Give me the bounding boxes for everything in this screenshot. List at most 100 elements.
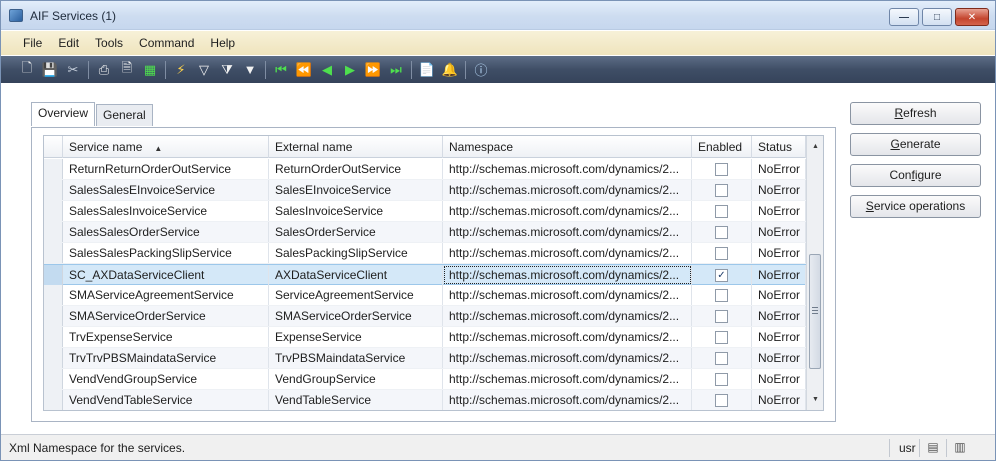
menu-help[interactable]: Help [202,36,243,50]
new-icon[interactable]: 🗋 [17,60,37,80]
cell-external-name[interactable]: VendTableService [269,390,443,410]
cell-namespace[interactable]: http://schemas.microsoft.com/dynamics/2.… [443,159,692,179]
row-selector[interactable] [44,201,63,221]
cell-external-name[interactable]: ReturnOrderOutService [269,159,443,179]
cell-service-name[interactable]: VendVendGroupService [63,369,269,389]
previous-page-icon[interactable]: ⏪ [294,60,314,80]
row-selector[interactable] [44,390,63,410]
last-record-icon[interactable]: ⏭ [386,60,406,80]
table-row[interactable]: SalesSalesOrderService SalesOrderService h… [44,222,806,243]
enabled-checkbox-checked[interactable]: ✓ [715,268,728,282]
cell-namespace[interactable]: http://schemas.microsoft.com/dynamics/2.… [443,348,692,368]
cell-service-name[interactable]: SMAServiceOrderService [63,306,269,326]
scroll-down-arrow-icon[interactable]: ▼ [807,391,823,408]
cell-namespace[interactable]: http://schemas.microsoft.com/dynamics/2.… [443,369,692,389]
enabled-checkbox[interactable] [715,225,728,239]
cell-external-name[interactable]: SalesEInvoiceService [269,180,443,200]
table-row[interactable]: SalesSalesInvoiceService SalesInvoiceServ… [44,201,806,222]
menu-tools[interactable]: Tools [87,36,131,50]
save-icon[interactable]: 💾 [40,60,60,80]
enabled-checkbox[interactable] [715,162,728,176]
column-header-enabled[interactable]: Enabled [692,136,752,158]
row-selector[interactable] [44,222,63,242]
service-operations-button[interactable]: Service operations [850,195,981,218]
cell-status[interactable]: NoError [752,159,806,179]
remove-filter-icon[interactable]: ▼ [240,60,260,80]
enabled-checkbox[interactable] [715,330,728,344]
row-selector[interactable] [44,348,63,368]
tab-general[interactable]: General [96,104,153,126]
cell-service-name[interactable]: SalesSalesOrderService [63,222,269,242]
cell-status[interactable]: NoError [752,327,806,347]
row-selector[interactable] [44,285,63,305]
column-header-external-name[interactable]: External name [269,136,443,158]
cell-status[interactable]: NoError [752,306,806,326]
first-record-icon[interactable]: ⏮ [271,60,291,80]
cell-status[interactable]: NoError [752,201,806,221]
cell-namespace[interactable]: http://schemas.microsoft.com/dynamics/2.… [443,306,692,326]
cell-external-name[interactable]: SMAServiceOrderService [269,306,443,326]
cell-namespace[interactable]: http://schemas.microsoft.com/dynamics/2.… [443,265,692,285]
cell-status[interactable]: NoError [752,243,806,263]
cell-status[interactable]: NoError [752,369,806,389]
layer-database-icon[interactable]: ▥ [953,440,967,454]
close-button[interactable]: ✕ [955,8,989,26]
cell-external-name[interactable]: VendGroupService [269,369,443,389]
filter-by-grid-icon[interactable]: ▽ [194,60,214,80]
cell-status[interactable]: NoError [752,390,806,410]
table-row[interactable]: TrvTrvPBSMaindataService TrvPBSMaindataSe… [44,348,806,369]
cell-status[interactable]: NoError [752,222,806,242]
row-selector-header[interactable] [44,136,63,158]
enabled-checkbox[interactable] [715,309,728,323]
cell-status[interactable]: NoError [752,265,806,285]
cell-service-name[interactable]: SC_AXDataServiceClient [63,265,269,285]
tab-overview[interactable]: Overview [31,102,96,126]
row-selector[interactable] [44,306,63,326]
cell-service-name[interactable]: ReturnReturnOrderOutService [63,159,269,179]
print-icon[interactable]: ⎙ [94,60,114,80]
enabled-checkbox[interactable] [715,372,728,386]
cell-external-name[interactable]: ServiceAgreementService [269,285,443,305]
enabled-checkbox[interactable] [715,204,728,218]
table-row[interactable]: ReturnReturnOrderOutService ReturnOrderOu… [44,159,806,180]
table-row[interactable]: SMAServiceOrderService SMAServiceOrderSer… [44,306,806,327]
cell-service-name[interactable]: VendVendTableService [63,390,269,410]
cell-service-name[interactable]: SalesSalesPackingSlipService [63,243,269,263]
cell-status[interactable]: NoError [752,180,806,200]
vertical-scrollbar[interactable]: ▲ ▼ [806,136,823,410]
cell-status[interactable]: NoError [752,285,806,305]
cell-external-name[interactable]: TrvPBSMaindataService [269,348,443,368]
column-header-status[interactable]: Status [752,136,806,158]
title-bar[interactable]: AIF Services (1) — □ ✕ [1,1,995,30]
filter-by-selection-icon[interactable]: ⚡ [171,60,191,80]
enabled-checkbox[interactable] [715,393,728,407]
maximize-button[interactable]: □ [922,8,952,26]
cell-namespace[interactable]: http://schemas.microsoft.com/dynamics/2.… [443,243,692,263]
document-handling-icon[interactable]: 📄 [417,60,437,80]
cell-service-name[interactable]: SalesSalesInvoiceService [63,201,269,221]
help-icon[interactable]: ⓘ [471,60,491,80]
table-row[interactable]: TrvExpenseService ExpenseService http://sc… [44,327,806,348]
enabled-checkbox[interactable] [715,246,728,260]
scrollbar-thumb[interactable] [809,254,821,369]
cell-namespace[interactable]: http://schemas.microsoft.com/dynamics/2.… [443,180,692,200]
delete-icon[interactable]: ✂ [63,60,83,80]
previous-record-icon[interactable]: ◀ [317,60,337,80]
cell-service-name[interactable]: TrvTrvPBSMaindataService [63,348,269,368]
row-selector[interactable] [44,327,63,347]
cell-namespace[interactable]: http://schemas.microsoft.com/dynamics/2.… [443,285,692,305]
enabled-checkbox[interactable] [715,183,728,197]
row-selector[interactable] [44,265,63,285]
advanced-filter-icon[interactable]: ⧩ [217,60,237,80]
cell-namespace[interactable]: http://schemas.microsoft.com/dynamics/2.… [443,390,692,410]
cell-external-name[interactable]: SalesOrderService [269,222,443,242]
menu-edit[interactable]: Edit [50,36,87,50]
scroll-up-arrow-icon[interactable]: ▲ [807,138,823,155]
next-page-icon[interactable]: ⏩ [363,60,383,80]
cell-service-name[interactable]: SalesSalesEInvoiceService [63,180,269,200]
table-row[interactable]: SC_AXDataServiceClient AXDataServiceClien… [44,264,806,285]
column-header-service-name[interactable]: Service name ▲ [63,136,269,158]
table-row[interactable]: SMAServiceAgreementService ServiceAgreeme… [44,285,806,306]
row-selector[interactable] [44,369,63,389]
table-row[interactable]: VendVendTableService VendTableService http… [44,390,806,410]
